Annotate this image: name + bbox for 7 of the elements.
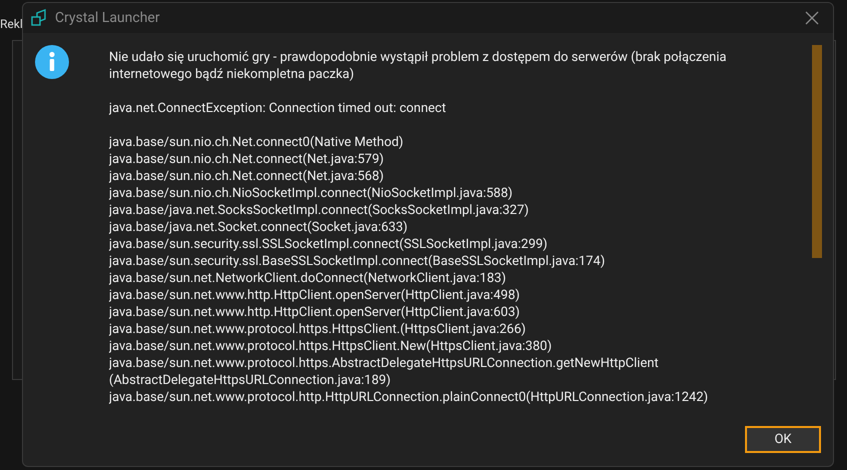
tab-label: Rekl: [0, 17, 23, 31]
info-icon: [35, 45, 69, 79]
window-title: Crystal Launcher: [55, 10, 161, 26]
ok-button[interactable]: OK: [745, 426, 821, 452]
close-button[interactable]: [803, 9, 821, 27]
scrollbar-thumb[interactable]: [812, 45, 822, 258]
error-message: Nie udało się uruchomić gry - prawdopodobnie wystąpił problem z dostępem do serwerów (brak połączenia internetowego bądź niekompletna paczka): [109, 49, 728, 83]
